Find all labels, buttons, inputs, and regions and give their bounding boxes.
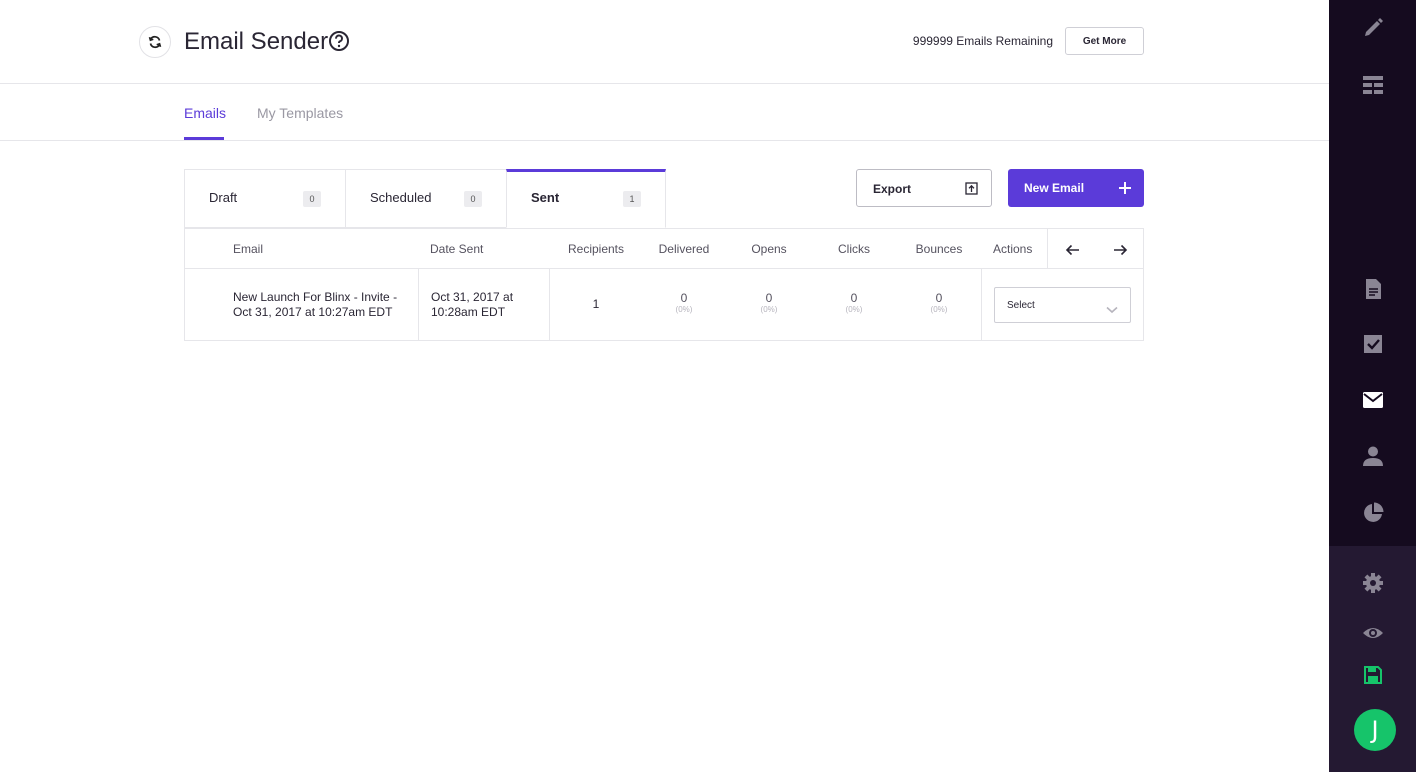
help-icon[interactable] bbox=[328, 30, 350, 52]
pie-chart-icon[interactable] bbox=[1362, 502, 1384, 524]
status-tab-count: 0 bbox=[464, 191, 482, 207]
page-header: Email Sender 999999 Emails Remaining Get… bbox=[0, 0, 1329, 84]
table-header: Email Date Sent Recipients Delivered Ope… bbox=[185, 229, 1143, 269]
emails-table: Email Date Sent Recipients Delivered Ope… bbox=[184, 228, 1144, 341]
column-clicks[interactable]: Clicks bbox=[819, 242, 889, 256]
column-delivered[interactable]: Delivered bbox=[649, 242, 719, 256]
export-icon bbox=[965, 182, 978, 200]
new-email-label: New Email bbox=[1024, 181, 1085, 195]
emails-remaining: 999999 Emails Remaining bbox=[912, 34, 1053, 48]
sidebar-bottom-panel: J bbox=[1329, 546, 1416, 772]
column-opens[interactable]: Opens bbox=[734, 242, 804, 256]
chevron-down-icon bbox=[1106, 301, 1118, 319]
checkbox-icon[interactable] bbox=[1362, 333, 1384, 355]
layout-icon[interactable] bbox=[1362, 74, 1384, 96]
tab-my-templates[interactable]: My Templates bbox=[257, 104, 343, 122]
actions-select[interactable]: Select bbox=[994, 287, 1131, 323]
table-row[interactable]: New Launch For Blinx - Invite - Oct 31, … bbox=[185, 269, 1143, 341]
status-tabs: Draft 0 Scheduled 0 Sent 1 bbox=[184, 169, 666, 228]
column-actions: Actions bbox=[993, 242, 1033, 256]
status-tab-label: Scheduled bbox=[370, 190, 432, 205]
status-tab-scheduled[interactable]: Scheduled 0 bbox=[345, 169, 506, 228]
new-email-button[interactable]: New Email bbox=[1008, 169, 1144, 207]
user-icon[interactable] bbox=[1362, 445, 1384, 467]
cell-divider bbox=[549, 269, 550, 341]
delivered-metric: 0 (0%) bbox=[675, 291, 693, 314]
arrow-left-icon[interactable] bbox=[1065, 242, 1081, 263]
avatar[interactable]: J bbox=[1354, 709, 1396, 751]
pencil-icon[interactable] bbox=[1362, 17, 1384, 39]
get-more-button[interactable]: Get More bbox=[1065, 27, 1144, 55]
arrow-right-icon[interactable] bbox=[1112, 242, 1128, 263]
right-sidebar: J bbox=[1329, 0, 1416, 772]
column-recipients[interactable]: Recipients bbox=[561, 242, 631, 256]
column-email[interactable]: Email bbox=[233, 242, 263, 256]
status-tab-label: Sent bbox=[531, 190, 560, 205]
active-tab-indicator bbox=[184, 137, 224, 140]
page-title: Email Sender bbox=[184, 28, 329, 55]
save-icon[interactable] bbox=[1362, 664, 1384, 686]
tab-emails[interactable]: Emails bbox=[184, 104, 226, 122]
cell-divider bbox=[418, 269, 419, 341]
mail-icon[interactable] bbox=[1362, 389, 1384, 411]
refresh-icon[interactable] bbox=[139, 26, 171, 58]
recipients-count: 1 bbox=[592, 297, 600, 311]
gear-icon[interactable] bbox=[1362, 572, 1384, 594]
bounces-metric: 0 (0%) bbox=[930, 291, 948, 314]
status-tab-count: 0 bbox=[303, 191, 321, 207]
status-tab-draft[interactable]: Draft 0 bbox=[184, 169, 345, 228]
column-date-sent[interactable]: Date Sent bbox=[430, 242, 483, 256]
eye-icon[interactable] bbox=[1362, 622, 1384, 644]
status-tab-label: Draft bbox=[209, 190, 238, 205]
header-divider bbox=[1047, 229, 1048, 269]
cell-divider bbox=[981, 269, 982, 341]
export-button[interactable]: Export bbox=[856, 169, 992, 207]
status-tab-count: 1 bbox=[623, 191, 641, 207]
document-icon[interactable] bbox=[1362, 278, 1384, 300]
plus-icon bbox=[1118, 181, 1132, 200]
clicks-metric: 0 (0%) bbox=[845, 291, 863, 314]
status-tab-sent[interactable]: Sent 1 bbox=[506, 169, 666, 228]
date-sent: Oct 31, 2017 at 10:28am EDT bbox=[431, 290, 514, 319]
opens-metric: 0 (0%) bbox=[760, 291, 778, 314]
actions-select-value: Select bbox=[1007, 300, 1035, 311]
subnav: Emails My Templates bbox=[0, 84, 1329, 141]
email-name[interactable]: New Launch For Blinx - Invite - Oct 31, … bbox=[233, 290, 397, 320]
column-bounces[interactable]: Bounces bbox=[904, 242, 974, 256]
export-label: Export bbox=[873, 182, 912, 196]
